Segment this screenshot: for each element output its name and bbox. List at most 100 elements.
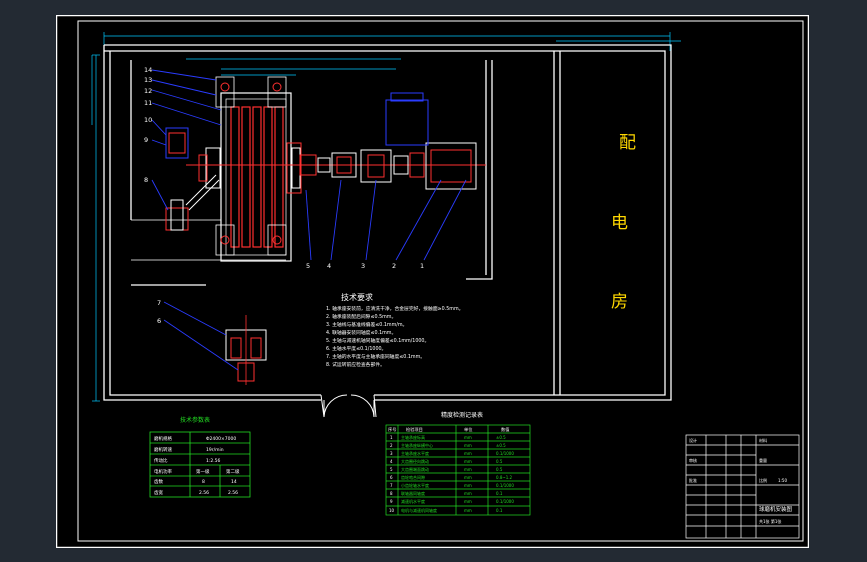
tech-line-5: 5. 主轴与减速机轴同轴度偏差≤0.1mm/1000。 <box>326 337 429 344</box>
spec-r9-c2: 减速机水平度 <box>401 498 425 504</box>
params-r4-c3: 第二级 <box>226 468 240 475</box>
door <box>320 394 377 418</box>
spec-r2-c2: 主轴承座纵横中心 <box>401 442 433 448</box>
part-label-4: 4 <box>327 262 331 270</box>
part-label-14: 14 <box>144 66 152 74</box>
params-r6-c1: 齿宽 <box>154 489 163 496</box>
spec-r1-c2: 主轴承座标高 <box>401 434 425 440</box>
spec-rows: 1 主轴承座标高 mm ±0.5 2 主轴承座纵横中心 mm ±0.5 3 主轴… <box>389 434 514 513</box>
params-r6-c2: 2.56 <box>199 490 209 496</box>
spec-r3-c2: 主轴承座水平度 <box>401 450 429 456</box>
tb-designer: 设计 <box>689 437 697 443</box>
part-label-12: 12 <box>144 87 152 95</box>
part-label-3: 3 <box>361 262 365 270</box>
params-r2-c2: 19r/min <box>206 447 224 453</box>
tech-line-8: 8. 试运转前应检查各部件。 <box>326 361 385 368</box>
lower-unit <box>225 315 267 385</box>
part-label-2: 2 <box>392 262 396 270</box>
spec-r6-c4: 0.8~1.2 <box>496 475 513 480</box>
part-label-10: 10 <box>144 116 152 124</box>
spec-r1-c3: mm <box>464 435 472 440</box>
params-r4-c2: 第一级 <box>196 468 210 475</box>
spec-r9-c4: 0.1/1000 <box>496 499 514 504</box>
spec-r1-c1: 1 <box>390 435 393 440</box>
tech-title: 技术要求 <box>341 292 373 302</box>
leader-labels-left: 14 13 12 11 10 9 8 <box>144 66 152 184</box>
tech-line-7: 7. 主轴的水平度与主轴承座同轴度≤0.1mm。 <box>326 353 425 360</box>
spec-h-c1: 序号 <box>388 426 396 433</box>
drawing-sheet: 配 电 房 14 13 12 11 10 9 8 5 4 3 2 1 7 6 技… <box>56 15 809 548</box>
room-char-3: 房 <box>611 292 628 312</box>
part-label-1: 1 <box>420 262 424 270</box>
leader-labels-bottom: 5 4 3 2 1 <box>306 262 424 270</box>
spec-r2-c4: ±0.5 <box>496 443 506 448</box>
spec-r9-c1: 9 <box>390 499 393 504</box>
spec-r3-c3: mm <box>464 451 472 456</box>
tb-checker: 审核 <box>689 457 697 463</box>
spec-r10-c3: mm <box>464 508 472 513</box>
part-label-9: 9 <box>144 136 148 144</box>
drawing-canvas: 配 电 房 14 13 12 11 10 9 8 5 4 3 2 1 7 6 技… <box>56 15 809 548</box>
spec-r8-c1: 8 <box>390 491 393 496</box>
spec-r5-c1: 5 <box>390 467 393 472</box>
room-char-1: 配 <box>619 133 636 153</box>
params-table: 技术参数表 磨机规格 Φ2400×7000 磨机转速 19r/min 传动比 1… <box>149 416 251 498</box>
params-r6-c3: 2.56 <box>228 490 238 496</box>
tb-sheet: 共1张 第1张 <box>759 518 781 524</box>
spec-r7-c3: mm <box>464 483 472 488</box>
params-r5-c2: 8 <box>202 479 205 485</box>
part-label-5: 5 <box>306 262 310 270</box>
spec-r3-c1: 3 <box>390 451 393 456</box>
spec-r4-c1: 4 <box>390 459 393 464</box>
part-label-11: 11 <box>144 99 152 107</box>
spec-r5-c4: 0.5 <box>496 467 503 472</box>
spec-r4-c4: 0.5 <box>496 459 503 464</box>
params-r1-c2: Φ2400×7000 <box>206 436 236 442</box>
room-char-2: 电 <box>611 213 628 233</box>
leader-labels-lower: 7 6 <box>157 299 161 325</box>
tech-requirements: 技术要求 1. 轴承座安装前，应清洗干净，合金层完好，接触面≥0.5mm。 2.… <box>326 292 463 368</box>
spec-r8-c4: 0.1 <box>496 491 503 496</box>
part-label-13: 13 <box>144 76 152 84</box>
spec-r6-c3: mm <box>464 475 472 480</box>
params-r3-c1: 传动比 <box>154 457 168 464</box>
params-r5-c1: 齿数 <box>154 478 163 485</box>
spec-r5-c3: mm <box>464 467 472 472</box>
tb-scale-label: 比例 <box>759 477 767 483</box>
tb-scale-value: 1:50 <box>778 478 787 483</box>
spec-h-c3: 单位 <box>464 426 472 433</box>
spec-r9-c3: mm <box>464 499 472 504</box>
spec-r10-c4: 0.1 <box>496 508 503 513</box>
spec-r5-c2: 大齿圈端面跳动 <box>401 466 429 472</box>
tech-line-3: 3. 主轴线与基准线偏差≤0.1mm/m。 <box>326 321 407 328</box>
inner-border <box>77 20 804 542</box>
tb-approver: 批准 <box>689 477 697 483</box>
tech-line-4: 4. 联轴器安装同轴度≤0.1mm。 <box>326 329 396 336</box>
spec-r4-c2: 大齿圈径向跳动 <box>401 458 429 464</box>
spec-r8-c2: 联轴器同轴度 <box>401 490 425 496</box>
spec-r3-c4: 0.1/1000 <box>496 451 514 456</box>
cad-viewport[interactable]: 配 电 房 14 13 12 11 10 9 8 5 4 3 2 1 7 6 技… <box>0 0 867 562</box>
spec-r7-c1: 7 <box>390 483 393 488</box>
dimension-lines <box>91 32 681 402</box>
tech-line-6: 6. 主轴水平度≤0.1/1000。 <box>326 345 386 352</box>
params-table-title: 技术参数表 <box>180 416 210 424</box>
tb-drawing-name: 球磨机安装图 <box>759 505 793 513</box>
params-r5-c3: 14 <box>231 479 237 485</box>
tb-material: 材料 <box>759 437 767 443</box>
spec-r6-c2: 齿轮啮合间隙 <box>401 474 425 480</box>
tech-line-2: 2. 轴承座装配后间隙≤0.5mm。 <box>326 313 396 320</box>
spec-r7-c2: 小齿轮轴水平度 <box>401 482 429 488</box>
spec-r10-c2: 电机与减速机同轴度 <box>401 507 437 513</box>
params-r1-c1: 磨机规格 <box>154 435 172 442</box>
spec-table-title: 精度检测记录表 <box>441 411 483 419</box>
part-label-7: 7 <box>157 299 161 307</box>
spec-r10-c1: 10 <box>389 508 395 513</box>
spec-r1-c4: ±0.5 <box>496 435 506 440</box>
spec-table: 精度检测记录表 序号 检验项目 单位 数值 1 主轴承座标高 mm ±0.5 2… <box>385 411 531 516</box>
spec-r6-c1: 6 <box>390 475 393 480</box>
tb-weight: 重量 <box>759 457 767 463</box>
spec-h-c4: 数值 <box>501 426 509 433</box>
aux-motor <box>165 127 220 231</box>
tech-line-1: 1. 轴承座安装前，应清洗干净，合金层完好，接触面≥0.5mm。 <box>326 305 463 312</box>
